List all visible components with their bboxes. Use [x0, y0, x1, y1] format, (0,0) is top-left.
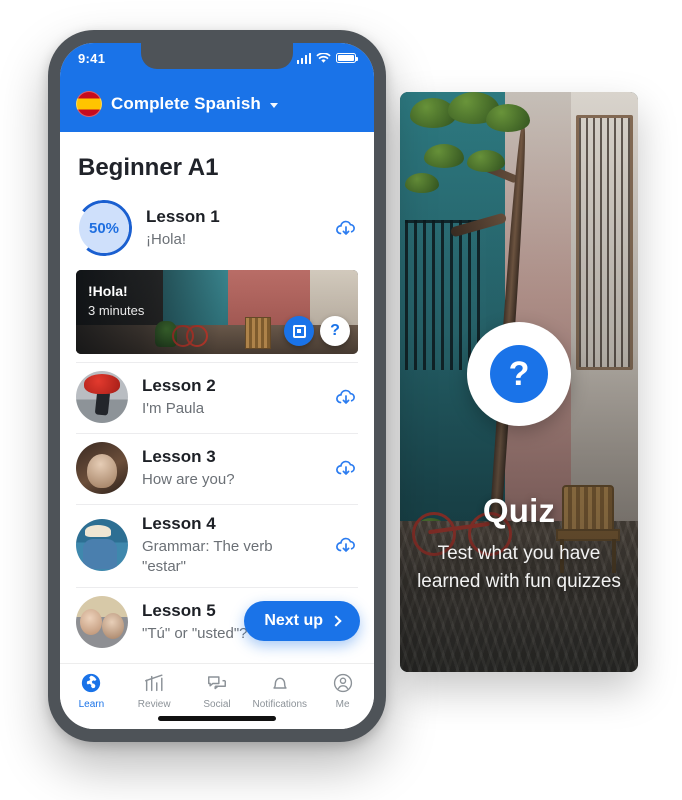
progress-label: 50% [79, 203, 129, 253]
person-circle-icon [331, 671, 355, 695]
phone-screen: 9:41 Complete Spanish Beginner A1 50% Le… [60, 43, 374, 729]
battery-icon [336, 53, 358, 63]
app-bar[interactable]: Complete Spanish [60, 75, 374, 132]
lesson-row[interactable]: Lesson 3 How are you? [60, 434, 374, 504]
lesson-title: Lesson 3 [142, 447, 216, 466]
wifi-icon [316, 52, 331, 63]
globe-icon [79, 671, 103, 695]
lesson-video-card[interactable]: !Hola! 3 minutes ? [76, 270, 358, 354]
quiz-title: Quiz [482, 492, 556, 529]
quiz-promo-card[interactable]: ? Quiz Test what you have learned with f… [400, 92, 638, 672]
tab-learn[interactable]: Learn [60, 671, 123, 710]
bar-chart-icon [142, 671, 166, 695]
chat-bubbles-icon [205, 671, 229, 695]
course-title: Complete Spanish [111, 93, 261, 113]
tab-label: Notifications [252, 699, 308, 710]
status-bar: 9:41 [60, 43, 374, 73]
tab-notifications[interactable]: Notifications [248, 671, 311, 710]
lesson-title: Lesson 2 [142, 376, 216, 395]
lesson-subtitle: How are you? [142, 470, 235, 488]
status-time: 9:41 [78, 50, 106, 66]
tab-review[interactable]: Review [123, 671, 186, 710]
flashcard-icon[interactable] [284, 316, 314, 346]
lesson-row[interactable]: Lesson 4 Grammar: The verb "estar" [60, 505, 374, 587]
cloud-download-icon[interactable] [334, 385, 358, 409]
lesson-list-content: Beginner A1 50% Lesson 1 ¡Hola! !Hola! 3… [60, 132, 374, 663]
question-mark-icon[interactable]: ? [320, 316, 350, 346]
chevron-right-icon [330, 615, 342, 627]
next-up-label: Next up [264, 612, 323, 629]
video-action-buttons: ? [284, 316, 350, 346]
tab-label: Me [335, 699, 350, 710]
lesson-thumbnail [76, 442, 128, 494]
lesson-thumbnail [76, 371, 128, 423]
quiz-badge[interactable]: ? [467, 322, 571, 426]
lesson-texts: Lesson 3 How are you? [142, 446, 320, 490]
lesson-texts: Lesson 2 I'm Paula [142, 375, 320, 419]
chevron-down-icon[interactable] [269, 102, 278, 108]
lesson-row[interactable]: Lesson 2 I'm Paula [60, 363, 374, 433]
quiz-subtitle: Test what you have learned with fun quiz… [417, 543, 621, 592]
status-icons [296, 52, 358, 64]
lesson-subtitle: Grammar: The verb "estar" [142, 537, 273, 575]
tab-label: Learn [78, 699, 105, 710]
lesson-thumbnail [76, 596, 128, 649]
lesson-row[interactable]: 50% Lesson 1 ¡Hola! [60, 192, 374, 266]
progress-ring: 50% [73, 197, 135, 259]
page-title: Beginner A1 [78, 154, 219, 181]
tab-label: Review [137, 699, 171, 710]
lesson-subtitle: ¡Hola! [146, 230, 187, 248]
question-mark-icon: ? [490, 345, 548, 403]
bell-icon [268, 671, 292, 695]
cloud-download-icon[interactable] [334, 533, 358, 557]
lesson-subtitle: I'm Paula [142, 399, 205, 417]
lesson-texts: Lesson 1 ¡Hola! [146, 206, 320, 250]
cloud-download-icon[interactable] [334, 456, 358, 480]
phone-mockup: 9:41 Complete Spanish Beginner A1 50% Le… [48, 30, 386, 742]
screenshot-stage: ? Quiz Test what you have learned with f… [0, 0, 682, 800]
spanish-flag-icon [76, 90, 102, 117]
tab-social[interactable]: Social [186, 671, 249, 710]
tab-label: Social [203, 699, 231, 710]
next-up-button[interactable]: Next up [244, 601, 360, 641]
cloud-download-icon[interactable] [334, 216, 358, 240]
tab-me[interactable]: Me [311, 671, 374, 710]
lesson-title: Lesson 4 [142, 514, 216, 533]
lesson-title: Lesson 1 [146, 207, 220, 226]
home-indicator [158, 716, 276, 721]
lesson-texts: Lesson 4 Grammar: The verb "estar" [142, 513, 320, 577]
lesson-thumbnail [76, 519, 128, 572]
cellular-signal-icon [296, 52, 311, 64]
video-duration: 3 minutes [88, 303, 145, 318]
video-title: !Hola! [88, 283, 128, 299]
